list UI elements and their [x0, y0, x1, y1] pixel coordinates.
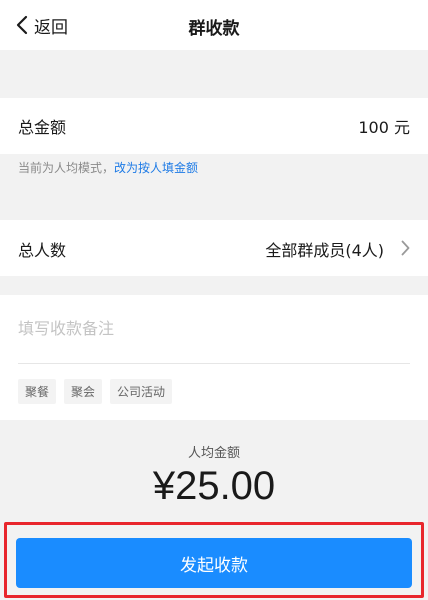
total-amount-row[interactable]: 总金额 100 元: [0, 98, 428, 154]
note-tag[interactable]: 聚餐: [18, 379, 57, 404]
per-person-label: 人均金额: [187, 446, 240, 461]
note-input[interactable]: [18, 313, 410, 343]
mode-hint: 当前为人均模式，改为按人填金额: [18, 159, 198, 176]
note-tag[interactable]: 公司活动: [110, 379, 173, 404]
divider: [18, 363, 410, 364]
member-count-row[interactable]: 总人数 全部群成员(4人): [0, 220, 428, 276]
switch-mode-link[interactable]: 改为按人填金额: [114, 161, 198, 175]
member-count-label: 总人数: [18, 241, 67, 260]
start-collection-button[interactable]: 发起收款: [16, 538, 412, 588]
note-tags: 聚餐 聚会 公司活动: [18, 379, 173, 404]
total-amount-label: 总金额: [18, 118, 67, 137]
mode-hint-text: 当前为人均模式，: [18, 161, 115, 175]
total-amount-value: 100 元: [358, 118, 410, 137]
note-card: 聚餐 聚会 公司活动: [0, 295, 428, 420]
note-tag[interactable]: 聚会: [64, 379, 103, 404]
member-count-value: 全部群成员(4人): [265, 241, 384, 260]
chevron-right-icon: [401, 240, 410, 256]
navbar: 返回 群收款: [0, 0, 428, 50]
per-person-amount: ¥25.00: [152, 464, 276, 508]
page-title: 群收款: [188, 19, 240, 39]
